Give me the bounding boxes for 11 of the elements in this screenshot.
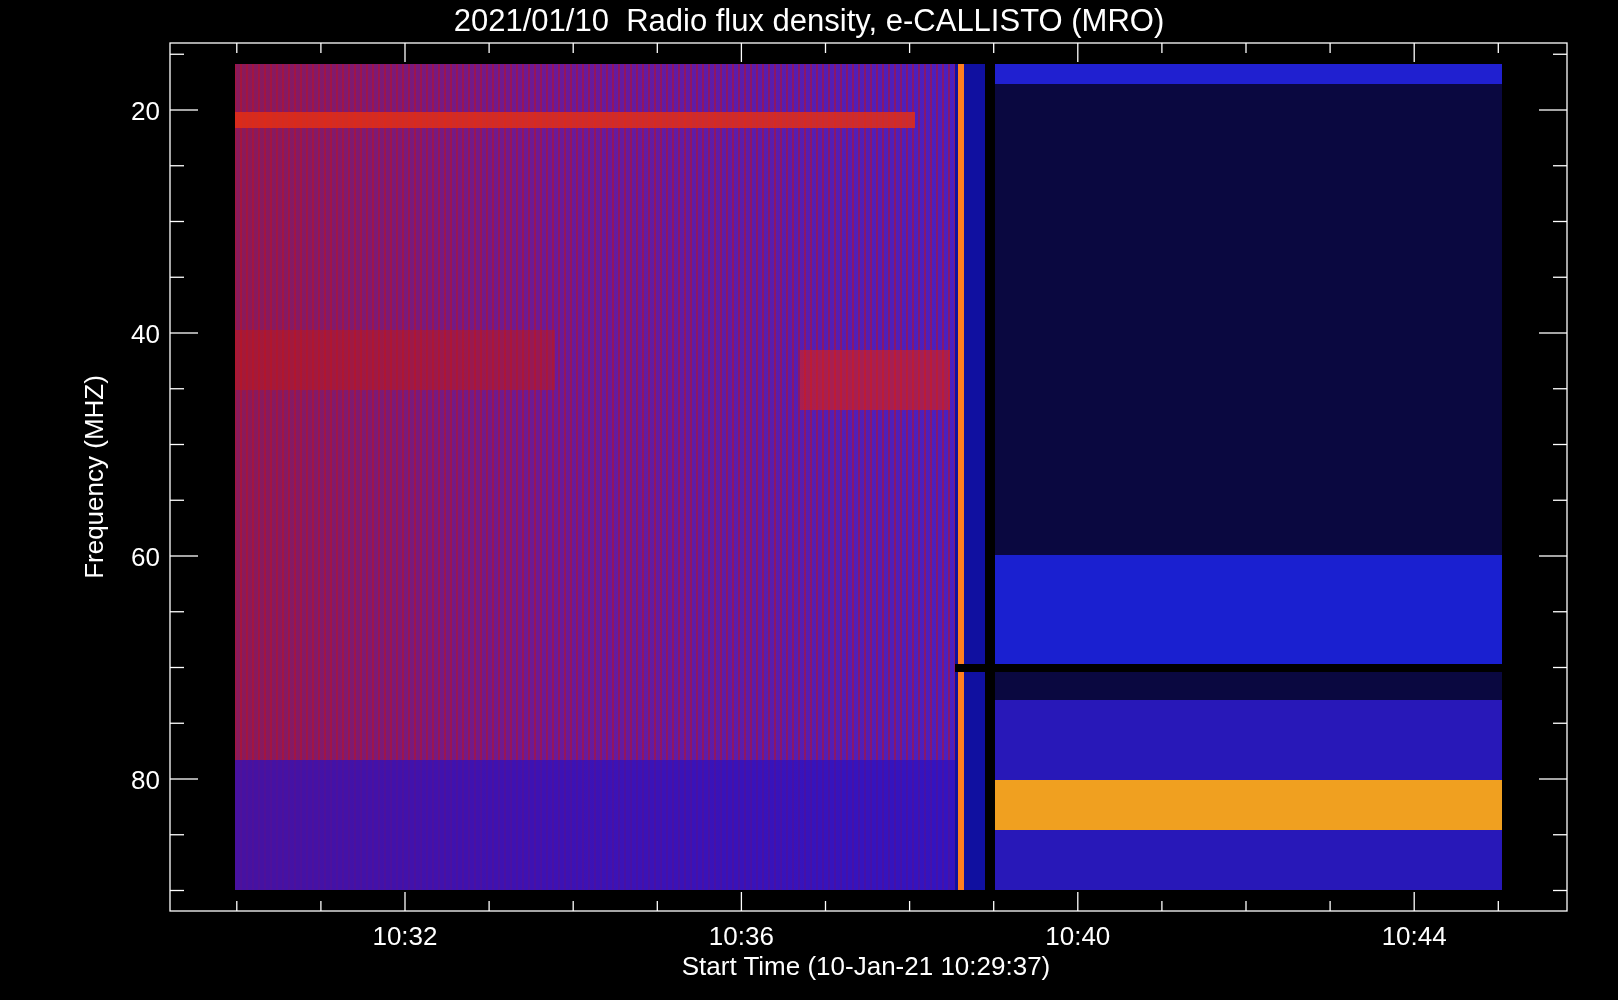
tick-label: 10:44	[1381, 921, 1447, 951]
chart-title: 2021/01/10 Radio flux density, e-CALLISTO (MRO)	[453, 3, 1165, 38]
tick-label: 10:32	[372, 921, 438, 951]
tick-label: 80	[131, 765, 160, 795]
tick-label: 20	[131, 96, 160, 126]
tick-label: 40	[131, 319, 160, 349]
tick-label: 10:36	[708, 921, 774, 951]
axis-label: Frequency (MHZ)	[79, 375, 109, 579]
tick-label: 60	[131, 542, 160, 572]
tick-label: 10:40	[1045, 921, 1111, 951]
axis-label: Start Time (10-Jan-21 10:29:37)	[681, 951, 1051, 981]
